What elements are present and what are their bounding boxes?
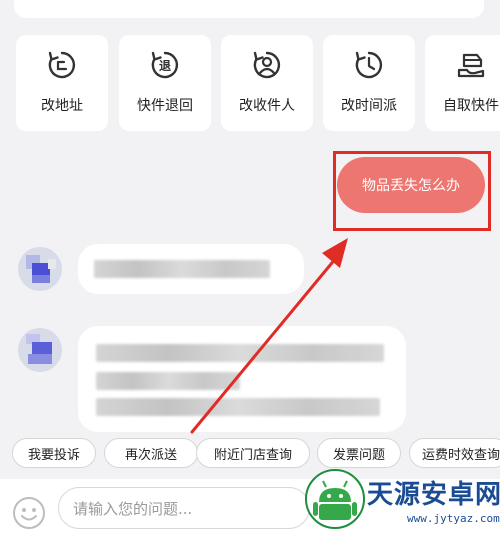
quick-action-change-recipient[interactable]: 改收件人: [221, 35, 313, 131]
watermark: 天源安卓网 www.jytyaz.com: [305, 458, 500, 535]
banner-card[interactable]: [14, 0, 484, 18]
pixelated-text: [94, 260, 270, 278]
quick-action-return-parcel[interactable]: 退 快件退回: [119, 35, 211, 131]
change-address-icon: [48, 51, 76, 79]
emoji-icon[interactable]: [12, 496, 46, 530]
bot-message-bubble: [78, 244, 304, 294]
change-recipient-icon: [253, 51, 281, 79]
quick-reply-chip[interactable]: 附近门店查询: [196, 438, 310, 468]
pixelated-text: [96, 398, 380, 416]
bot-avatar: [18, 247, 62, 291]
quick-action-change-address[interactable]: 改地址: [16, 35, 108, 131]
quick-action-label: 快件退回: [137, 98, 193, 114]
message-input[interactable]: 请输入您的问题...: [58, 487, 310, 529]
quick-reply-chip[interactable]: 我要投诉: [12, 438, 96, 468]
quick-action-label: 改收件人: [239, 98, 295, 114]
pixelated-text: [96, 372, 240, 390]
self-pickup-icon: [457, 53, 485, 78]
watermark-url: www.jytyaz.com: [407, 512, 500, 525]
reschedule-icon: [355, 51, 383, 79]
quick-reply-chip[interactable]: 再次派送: [104, 438, 198, 468]
svg-text:退: 退: [159, 59, 171, 73]
watermark-title: 天源安卓网: [367, 480, 500, 510]
quick-action-self-pickup[interactable]: 自取快件: [425, 35, 500, 131]
quick-action-label: 改时间派: [341, 98, 397, 114]
quick-action-reschedule[interactable]: 改时间派: [323, 35, 415, 131]
bot-message-bubble: [78, 326, 406, 432]
quick-actions: 改地址 退 快件退回 改收件人 改时间派 自取快件: [16, 35, 500, 131]
return-parcel-icon: 退: [151, 51, 179, 79]
pixelated-text: [96, 344, 384, 362]
quick-action-label: 自取快件: [443, 98, 499, 114]
android-logo-icon: [305, 469, 365, 529]
quick-action-label: 改地址: [41, 98, 83, 114]
highlight-box: [333, 151, 491, 231]
bot-avatar: [18, 328, 62, 372]
